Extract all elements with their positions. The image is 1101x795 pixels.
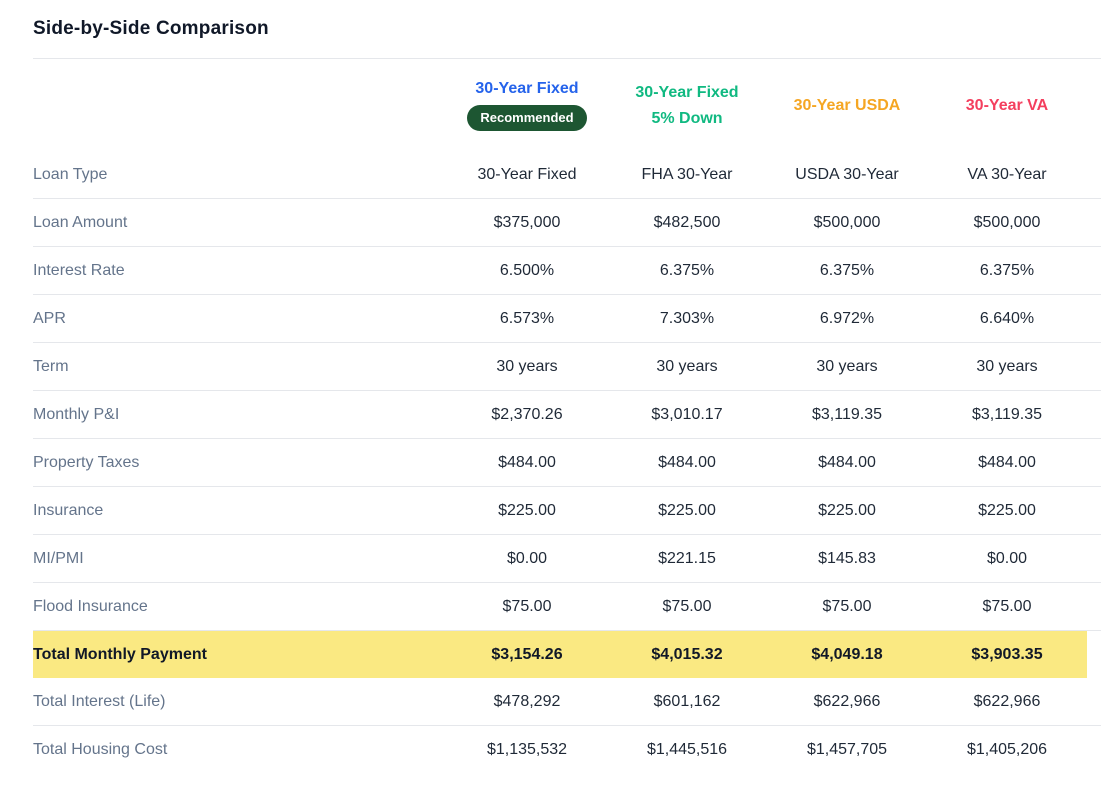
row-value: $484.00 (607, 454, 767, 472)
row-value: 6.375% (607, 262, 767, 280)
column-header-30yr-usda[interactable]: 30-Year USDA (767, 96, 927, 115)
row-label: Property Taxes (33, 454, 447, 472)
row-value: 6.640% (927, 310, 1087, 328)
row-value: 6.500% (447, 262, 607, 280)
row-value: $622,966 (927, 693, 1087, 711)
row-value: $484.00 (767, 454, 927, 472)
row-value: $3,154.26 (447, 646, 607, 664)
table-row: Total Monthly Payment $3,154.26 $4,015.3… (33, 631, 1101, 678)
row-label: Insurance (33, 502, 447, 520)
comparison-page: Side-by-Side Comparison 30-Year Fixed Re… (0, 0, 1101, 773)
row-value: 30 years (927, 358, 1087, 376)
row-value: $3,119.35 (927, 406, 1087, 424)
row-label: Term (33, 358, 447, 376)
row-value: $1,135,532 (447, 741, 607, 759)
row-value: $225.00 (447, 502, 607, 520)
row-label: Flood Insurance (33, 598, 447, 616)
row-value: $1,457,705 (767, 741, 927, 759)
table-row: Property Taxes $484.00 $484.00 $484.00 $… (33, 439, 1101, 487)
row-value: $75.00 (447, 598, 607, 616)
row-label: Interest Rate (33, 262, 447, 280)
row-value: 30 years (767, 358, 927, 376)
row-value: $75.00 (607, 598, 767, 616)
row-value: $482,500 (607, 214, 767, 232)
row-value: $622,966 (767, 693, 927, 711)
row-value: 6.573% (447, 310, 607, 328)
row-value: $3,903.35 (927, 646, 1087, 664)
row-value: $221.15 (607, 550, 767, 568)
column-header-30yr-fixed[interactable]: 30-Year Fixed Recommended (447, 79, 607, 131)
row-label: Loan Amount (33, 214, 447, 232)
table-row: MI/PMI $0.00 $221.15 $145.83 $0.00 (33, 535, 1101, 583)
row-value: $225.00 (607, 502, 767, 520)
page-title: Side-by-Side Comparison (33, 0, 1101, 41)
row-value: $225.00 (767, 502, 927, 520)
row-value: $1,445,516 (607, 741, 767, 759)
table-row: Total Interest (Life) $478,292 $601,162 … (33, 678, 1101, 726)
column-header-label[interactable]: 30-Year VA (966, 96, 1048, 115)
row-value: 6.375% (767, 262, 927, 280)
row-value: $2,370.26 (447, 406, 607, 424)
row-value: $145.83 (767, 550, 927, 568)
row-value: $75.00 (927, 598, 1087, 616)
row-value: $484.00 (927, 454, 1087, 472)
column-header-sublabel[interactable]: 5% Down (651, 109, 722, 128)
row-value: $500,000 (927, 214, 1087, 232)
row-label: Total Housing Cost (33, 741, 447, 759)
row-value: $3,119.35 (767, 406, 927, 424)
column-header-label[interactable]: 30-Year Fixed (635, 83, 738, 102)
row-label: Total Monthly Payment (33, 646, 447, 664)
row-value: VA 30-Year (927, 166, 1087, 184)
row-value: $478,292 (447, 693, 607, 711)
row-label: MI/PMI (33, 550, 447, 568)
table-row: APR 6.573% 7.303% 6.972% 6.640% (33, 295, 1101, 343)
table-row: Monthly P&I $2,370.26 $3,010.17 $3,119.3… (33, 391, 1101, 439)
row-value: 30-Year Fixed (447, 166, 607, 184)
table-row: Flood Insurance $75.00 $75.00 $75.00 $75… (33, 583, 1101, 631)
row-value: $4,015.32 (607, 646, 767, 664)
column-header-label[interactable]: 30-Year USDA (794, 96, 901, 115)
row-value: $225.00 (927, 502, 1087, 520)
table-row: Loan Type 30-Year Fixed FHA 30-Year USDA… (33, 151, 1101, 199)
row-value: $601,162 (607, 693, 767, 711)
row-value: $0.00 (447, 550, 607, 568)
row-label: Total Interest (Life) (33, 693, 447, 711)
row-value: 7.303% (607, 310, 767, 328)
column-header-30yr-fixed-5-down[interactable]: 30-Year Fixed 5% Down (607, 83, 767, 128)
table-row: Term 30 years 30 years 30 years 30 years (33, 343, 1101, 391)
table-row: Loan Amount $375,000 $482,500 $500,000 $… (33, 199, 1101, 247)
row-label: Monthly P&I (33, 406, 447, 424)
row-value: $4,049.18 (767, 646, 927, 664)
table-row: Insurance $225.00 $225.00 $225.00 $225.0… (33, 487, 1101, 535)
row-value: USDA 30-Year (767, 166, 927, 184)
row-value: $484.00 (447, 454, 607, 472)
row-value: 6.972% (767, 310, 927, 328)
row-value: $1,405,206 (927, 741, 1087, 759)
row-label: APR (33, 310, 447, 328)
recommended-badge: Recommended (467, 105, 586, 131)
row-value: $500,000 (767, 214, 927, 232)
row-value: $375,000 (447, 214, 607, 232)
row-label: Loan Type (33, 166, 447, 184)
comparison-table-body: Loan Type 30-Year Fixed FHA 30-Year USDA… (33, 151, 1101, 773)
row-value: 30 years (447, 358, 607, 376)
row-value: 6.375% (927, 262, 1087, 280)
row-value: FHA 30-Year (607, 166, 767, 184)
row-value: 30 years (607, 358, 767, 376)
table-row: Total Housing Cost $1,135,532 $1,445,516… (33, 726, 1101, 773)
column-header-label[interactable]: 30-Year Fixed (475, 79, 578, 98)
table-row: Interest Rate 6.500% 6.375% 6.375% 6.375… (33, 247, 1101, 295)
row-value: $0.00 (927, 550, 1087, 568)
row-value: $75.00 (767, 598, 927, 616)
column-header-30yr-va[interactable]: 30-Year VA (927, 96, 1087, 115)
comparison-table-header: 30-Year Fixed Recommended 30-Year Fixed … (33, 59, 1101, 151)
row-value: $3,010.17 (607, 406, 767, 424)
